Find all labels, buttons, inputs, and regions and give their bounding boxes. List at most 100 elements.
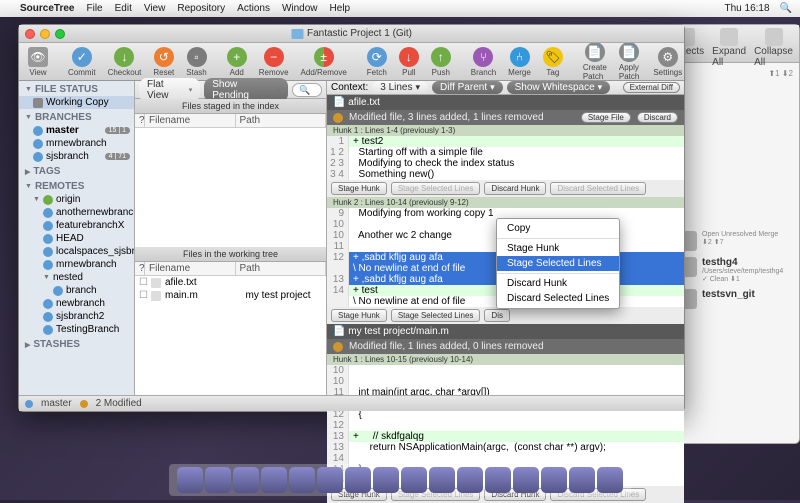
working-list[interactable]: ☐afile.txt ☐main.mmy test project <box>135 276 326 395</box>
menu-actions[interactable]: Actions <box>237 3 270 14</box>
diff-parent-dropdown[interactable]: Diff Parent ▾ <box>432 81 503 94</box>
menu-edit[interactable]: Edit <box>115 3 132 14</box>
sidebar-remote-branch[interactable]: featurebranchX <box>19 219 134 232</box>
branch-button[interactable]: ⑂Branch <box>466 47 501 77</box>
branch-icon <box>25 400 33 408</box>
sidebar-remote-branch[interactable]: newbranch <box>19 297 134 310</box>
discard-hunk-button[interactable]: Discard Hunk <box>484 182 546 195</box>
sidebar-tags-hdr[interactable]: ▶TAGS <box>19 163 134 178</box>
tag-button[interactable]: 🏷Tag <box>538 47 568 77</box>
dock-item[interactable] <box>429 467 455 493</box>
sidebar-remote-branch[interactable]: localspaces_sjsbra... <box>19 245 134 258</box>
sidebar-stashes-hdr[interactable]: ▶STASHES <box>19 336 134 351</box>
viewmode-dropdown[interactable]: Flat View ▾ <box>139 78 200 102</box>
stage-hunk-button[interactable]: Stage Hunk <box>331 182 387 195</box>
pull-button[interactable]: ↓Pull <box>394 47 424 77</box>
dock-item[interactable] <box>289 467 315 493</box>
dock-item[interactable] <box>401 467 427 493</box>
menu-help[interactable]: Help <box>330 3 351 14</box>
sidebar-remote-branch[interactable]: sjsbranch2 <box>19 310 134 323</box>
sidebar-remote-nested[interactable]: ▼nested <box>19 271 134 284</box>
dock-item[interactable] <box>541 467 567 493</box>
titlebar[interactable]: Fantastic Project 1 (Git) <box>19 25 684 43</box>
menu-window[interactable]: Window <box>282 3 318 14</box>
dock-item[interactable] <box>205 467 231 493</box>
menu-repository[interactable]: Repository <box>177 3 225 14</box>
pending-dropdown[interactable]: Show Pending ▾ <box>204 78 288 102</box>
sidebar-remotes-hdr[interactable]: ▼REMOTES <box>19 178 134 193</box>
discard-sel-button[interactable]: Discard Selected Lines <box>550 182 646 195</box>
dock-item[interactable] <box>345 467 371 493</box>
dock-item[interactable] <box>177 467 203 493</box>
repo-item[interactable]: testhg4/Users/steve/temp/testhg4✓ Clean … <box>677 254 793 286</box>
settings-button[interactable]: ⚙Settings <box>648 47 687 77</box>
sidebar-remote-branch[interactable]: HEAD <box>19 232 134 245</box>
file-row[interactable]: ☐afile.txt <box>135 276 326 289</box>
sidebar-remote-branch[interactable]: TestingBranch <box>19 323 134 336</box>
merge-button[interactable]: ⑃Merge <box>503 47 536 77</box>
stash-button[interactable]: ▫Stash <box>181 47 211 77</box>
reset-button[interactable]: ↺Reset <box>148 47 179 77</box>
ctx-discard-hunk[interactable]: Discard Hunk <box>497 276 619 291</box>
zoom-icon[interactable] <box>55 29 65 39</box>
expand-all-button[interactable]: Expand All <box>712 28 746 68</box>
status-branch: master <box>41 398 72 409</box>
stage-sel-button[interactable]: Stage Selected Lines <box>391 182 481 195</box>
staged-list[interactable] <box>135 128 326 247</box>
apply-patch-button[interactable]: 📄Apply Patch <box>614 42 644 81</box>
ctx-stage-hunk[interactable]: Stage Hunk <box>497 241 619 256</box>
view-button[interactable]: 👁View <box>23 47 53 77</box>
dock-item[interactable] <box>485 467 511 493</box>
external-diff-button[interactable]: External Diff <box>623 82 680 93</box>
addremove-button[interactable]: ±Add/Remove <box>296 47 352 77</box>
file-row[interactable]: ☐main.mmy test project <box>135 289 326 302</box>
sidebar-filestatus-hdr[interactable]: ▼FILE STATUS <box>19 81 134 96</box>
spotlight-icon[interactable]: 🔍 <box>780 3 792 14</box>
sidebar-remote-origin[interactable]: ▼origin <box>19 193 134 206</box>
dock-item[interactable] <box>373 467 399 493</box>
dock-item[interactable] <box>457 467 483 493</box>
context-dropdown[interactable]: 3 Lines ▾ <box>372 81 428 94</box>
repo-item[interactable]: Open Unresolved Merge⬇2 ⬆7 <box>677 228 793 254</box>
fetch-button[interactable]: ⟳Fetch <box>362 47 392 77</box>
push-button[interactable]: ↑Push <box>426 47 456 77</box>
dock-item[interactable] <box>233 467 259 493</box>
add-button[interactable]: +Add <box>222 47 252 77</box>
dock-item[interactable] <box>569 467 595 493</box>
whitespace-dropdown[interactable]: Show Whitespace ▾ <box>507 81 611 94</box>
repo-item[interactable]: testsvn_git <box>677 286 793 312</box>
dock-item[interactable] <box>317 467 343 493</box>
sidebar-working-copy[interactable]: Working Copy <box>19 96 134 109</box>
collapse-all-button[interactable]: Collapse All <box>754 28 793 68</box>
stage-file-button[interactable]: Stage File <box>581 112 631 123</box>
sidebar-branches-hdr[interactable]: ▼BRANCHES <box>19 109 134 124</box>
sidebar-remote-branch[interactable]: mrnewbranch <box>19 258 134 271</box>
discard-hunk-button[interactable]: Dis <box>484 309 510 322</box>
dock-item[interactable] <box>513 467 539 493</box>
close-icon[interactable] <box>25 29 35 39</box>
ctx-copy[interactable]: Copy <box>497 221 619 236</box>
stage-hunk-button[interactable]: Stage Hunk <box>331 309 387 322</box>
sidebar-branch-master[interactable]: master15 | 1 <box>19 124 134 137</box>
commit-button[interactable]: ✓Commit <box>63 47 101 77</box>
create-patch-button[interactable]: 📄Create Patch <box>578 42 612 81</box>
app-name[interactable]: SourceTree <box>20 3 74 14</box>
menu-view[interactable]: View <box>144 3 166 14</box>
sidebar-remote-branch[interactable]: anothernewbranch <box>19 206 134 219</box>
ctx-discard-selected[interactable]: Discard Selected Lines <box>497 291 619 306</box>
code-block[interactable]: 1+ test2 1 2 Starting off with a simple … <box>327 136 684 180</box>
sidebar-branch[interactable]: sjsbranch4 | 71 <box>19 150 134 163</box>
hunk-header: Hunk 1 : Lines 10-15 (previously 10-14) <box>327 354 684 365</box>
dock-item[interactable] <box>597 467 623 493</box>
checkout-button[interactable]: ↓Checkout <box>103 47 147 77</box>
minimize-icon[interactable] <box>40 29 50 39</box>
ctx-stage-selected[interactable]: Stage Selected Lines <box>497 256 619 271</box>
dock-item[interactable] <box>261 467 287 493</box>
discard-file-button[interactable]: Discard <box>637 112 678 123</box>
sidebar-branch[interactable]: mrnewbranch <box>19 137 134 150</box>
remove-button[interactable]: −Remove <box>254 47 294 77</box>
file-search-input[interactable] <box>292 83 322 97</box>
sidebar-remote-branch[interactable]: branch <box>19 284 134 297</box>
stage-sel-button[interactable]: Stage Selected Lines <box>391 309 481 322</box>
menu-file[interactable]: File <box>86 3 102 14</box>
